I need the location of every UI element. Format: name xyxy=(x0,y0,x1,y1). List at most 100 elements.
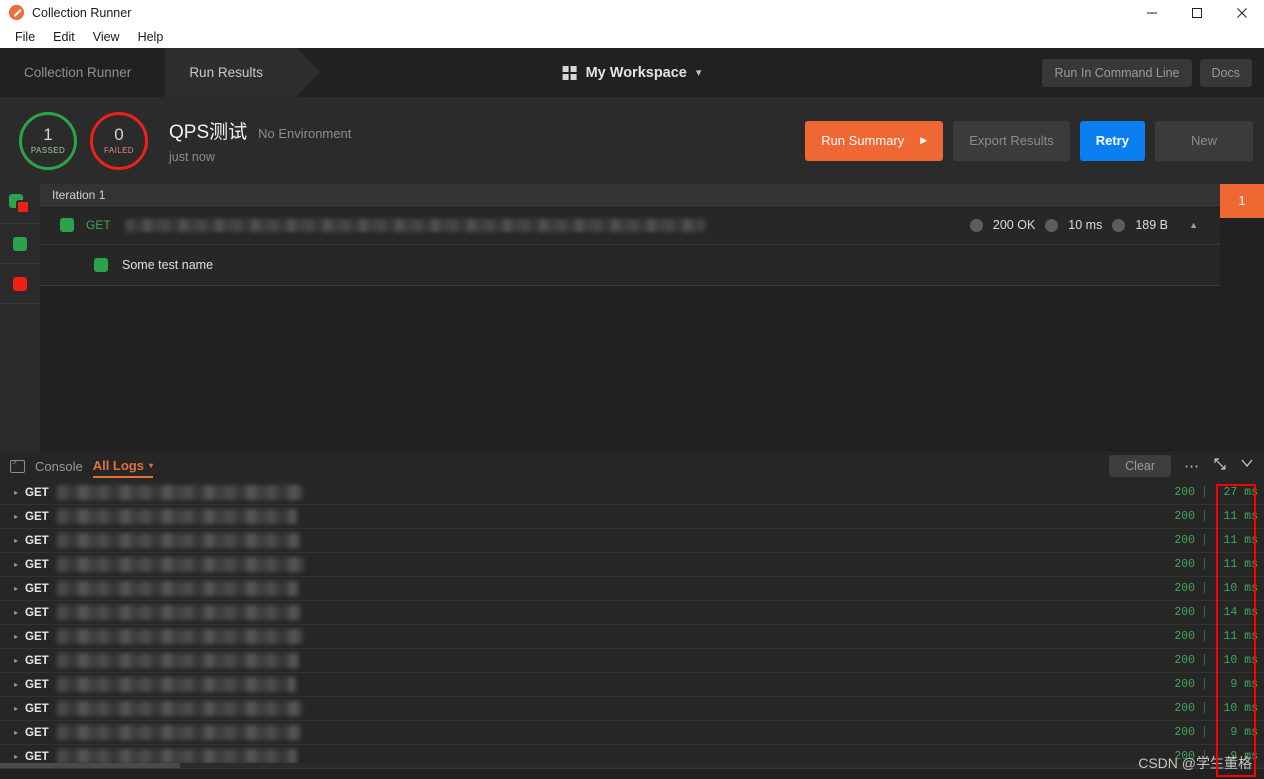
log-separator: | xyxy=(1201,558,1208,571)
terminal-icon xyxy=(10,459,25,473)
maximize-icon[interactable] xyxy=(1174,0,1219,25)
iteration-badge-1[interactable]: 1 xyxy=(1220,184,1264,218)
request-row[interactable]: GET 200 OK 10 ms 189 B ▲ xyxy=(40,206,1220,245)
menu-edit[interactable]: Edit xyxy=(44,28,84,46)
expand-caret-icon[interactable]: ▸ xyxy=(14,728,18,737)
log-result: 200 | 11 ms xyxy=(1169,510,1258,523)
window-title: Collection Runner xyxy=(32,5,132,20)
close-icon[interactable] xyxy=(1219,0,1264,25)
filter-all[interactable] xyxy=(0,184,40,224)
expand-caret-icon[interactable]: ▸ xyxy=(14,512,18,521)
passed-counter: 1 PASSED xyxy=(19,111,77,170)
console-log-list[interactable]: ▸ GET 200 | 27 ms ▸ GET 200 | 11 ms ▸ GET 200 | 11 ms ▸… xyxy=(0,481,1264,769)
log-time: 11 ms xyxy=(1223,510,1258,523)
log-result: 200 | 11 ms xyxy=(1169,534,1258,547)
horizontal-scrollbar[interactable] xyxy=(0,763,1264,768)
window-titlebar: Collection Runner xyxy=(0,0,1264,25)
status-dot-icon xyxy=(969,218,983,232)
log-url-redacted xyxy=(56,749,297,764)
log-result: 200 | 11 ms xyxy=(1169,630,1258,643)
passed-square-icon xyxy=(60,218,74,232)
log-row[interactable]: ▸ GET 200 | 10 ms xyxy=(0,577,1264,601)
test-name: Some test name xyxy=(122,258,214,272)
chevron-down-icon: ▾ xyxy=(148,460,153,470)
tab-run-results-label: Run Results xyxy=(189,65,263,80)
filter-passed[interactable] xyxy=(0,224,40,264)
tab-collection-runner[interactable]: Collection Runner xyxy=(0,48,165,97)
log-result: 200 | 14 ms xyxy=(1169,606,1258,619)
expand-caret-icon[interactable]: ▸ xyxy=(14,560,18,569)
expand-caret-icon[interactable]: ▸ xyxy=(14,488,18,497)
log-method: GET xyxy=(25,750,49,763)
log-url-redacted xyxy=(56,653,299,668)
export-results-button[interactable]: Export Results xyxy=(953,120,1070,161)
menu-help[interactable]: Help xyxy=(129,28,173,46)
log-result: 200 | 9 ms xyxy=(1169,678,1258,691)
passed-count: 1 xyxy=(43,125,53,144)
log-url-redacted xyxy=(56,485,303,500)
expand-caret-icon[interactable]: ▸ xyxy=(14,536,18,545)
summary-actions: Run Summary ▶ Export Results Retry New xyxy=(805,97,1253,184)
passed-square-icon xyxy=(94,258,108,272)
iteration-rail: 1 xyxy=(1220,184,1264,451)
window-controls xyxy=(1129,0,1264,25)
log-method: GET xyxy=(25,510,49,523)
workspace-selector[interactable]: My Workspace ▾ xyxy=(562,48,702,97)
breadcrumb-tabs: Collection Runner Run Results xyxy=(0,48,320,97)
expand-caret-icon[interactable]: ▸ xyxy=(14,632,18,641)
more-horizontal-icon[interactable]: ⋯ xyxy=(1184,457,1200,475)
run-metadata: QPS测试 No Environment just now xyxy=(169,117,351,164)
log-separator: | xyxy=(1201,678,1208,691)
log-separator: | xyxy=(1201,510,1208,523)
expand-caret-icon[interactable]: ▸ xyxy=(14,584,18,593)
new-button[interactable]: New xyxy=(1154,120,1253,161)
expand-caret-icon[interactable]: ▸ xyxy=(14,656,18,665)
log-row[interactable]: ▸ GET 200 | 14 ms xyxy=(0,601,1264,625)
retry-button[interactable]: Retry xyxy=(1079,120,1145,161)
expand-caret-icon[interactable]: ▸ xyxy=(14,680,18,689)
all-results-icon xyxy=(9,193,31,214)
log-row[interactable]: ▸ GET 200 | 9 ms xyxy=(0,721,1264,745)
expand-caret-icon[interactable]: ▸ xyxy=(14,608,18,617)
log-row[interactable]: ▸ GET 200 | 10 ms xyxy=(0,649,1264,673)
menu-view[interactable]: View xyxy=(84,28,129,46)
log-row[interactable]: ▸ GET 200 | 10 ms xyxy=(0,697,1264,721)
log-separator: | xyxy=(1201,630,1208,643)
log-time: 27 ms xyxy=(1223,486,1258,499)
log-separator: | xyxy=(1201,486,1208,499)
popout-icon[interactable] xyxy=(1213,457,1227,476)
expand-caret-icon[interactable]: ▸ xyxy=(14,752,18,761)
run-summary-button[interactable]: Run Summary ▶ xyxy=(805,120,944,161)
failed-square-icon xyxy=(13,276,27,291)
log-separator: | xyxy=(1201,702,1208,715)
log-time: 11 ms xyxy=(1223,630,1258,643)
log-time: 10 ms xyxy=(1223,582,1258,595)
run-in-command-line-button[interactable]: Run In Command Line xyxy=(1042,58,1192,87)
log-row[interactable]: ▸ GET 200 | 11 ms xyxy=(0,529,1264,553)
log-row[interactable]: ▸ GET 200 | 11 ms xyxy=(0,505,1264,529)
clear-console-button[interactable]: Clear xyxy=(1109,455,1171,477)
close-console-icon[interactable] xyxy=(1240,457,1254,476)
log-row[interactable]: ▸ GET 200 | 11 ms xyxy=(0,625,1264,649)
log-filter-dropdown[interactable]: All Logs ▾ xyxy=(92,458,153,478)
run-summary-strip: 1 PASSED 0 FAILED QPS测试 No Environment j… xyxy=(0,97,1264,184)
log-separator: | xyxy=(1201,606,1208,619)
chevron-down-icon: ▾ xyxy=(695,67,702,79)
log-method: GET xyxy=(25,582,49,595)
log-row[interactable]: ▸ GET 200 | 11 ms xyxy=(0,553,1264,577)
menu-file[interactable]: File xyxy=(6,28,44,46)
log-time: 10 ms xyxy=(1223,654,1258,667)
log-row[interactable]: ▸ GET 200 | 27 ms xyxy=(0,481,1264,505)
log-url-redacted xyxy=(56,677,296,692)
iteration-header: Iteration 1 xyxy=(40,184,1220,206)
iteration-label: Iteration 1 xyxy=(52,187,106,202)
chevron-up-icon[interactable]: ▲ xyxy=(1189,220,1198,230)
filter-failed[interactable] xyxy=(0,264,40,304)
docs-button[interactable]: Docs xyxy=(1199,58,1252,87)
log-status: 200 xyxy=(1174,678,1196,691)
minimize-icon[interactable] xyxy=(1129,0,1174,25)
expand-caret-icon[interactable]: ▸ xyxy=(14,704,18,713)
log-row[interactable]: ▸ GET 200 | 9 ms xyxy=(0,673,1264,697)
environment-label: No Environment xyxy=(258,126,352,141)
run-timestamp: just now xyxy=(169,150,215,164)
